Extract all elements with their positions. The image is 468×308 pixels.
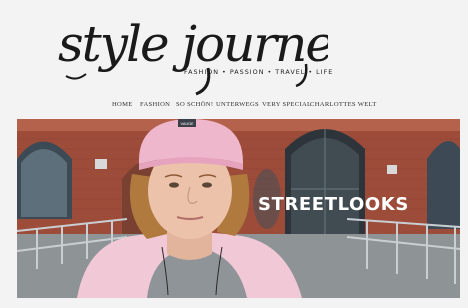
main-navigation: HOME FASHION SO SCHÖN! UNTERWEGS VERY SP…: [0, 101, 468, 115]
site-tagline: FASHION • PASSION • TRAVEL • LIFE: [184, 68, 334, 76]
site-logo[interactable]: style journey: [58, 6, 328, 98]
page-bottom-strip: [0, 298, 468, 308]
nav-item-so-schoen[interactable]: SO SCHÖN!: [176, 101, 213, 108]
beanie-label: VAUDE: [180, 121, 194, 126]
nav-item-fashion[interactable]: FASHION: [140, 101, 170, 108]
hero-title: STREETLOOKS: [258, 194, 409, 215]
nav-item-unterwegs[interactable]: UNTERWEGS: [216, 101, 259, 108]
logo-wordmark: style journey: [58, 15, 328, 73]
nav-item-charlottes-welt[interactable]: CHARLOTTES WELT: [310, 101, 377, 108]
nav-item-very-special[interactable]: VERY SPECIAL: [262, 101, 311, 108]
hero-banner[interactable]: VAUDE STREETLOOKS: [17, 119, 460, 298]
logo-script-graphic: style journey: [58, 15, 328, 96]
nav-item-home[interactable]: HOME: [112, 101, 133, 108]
